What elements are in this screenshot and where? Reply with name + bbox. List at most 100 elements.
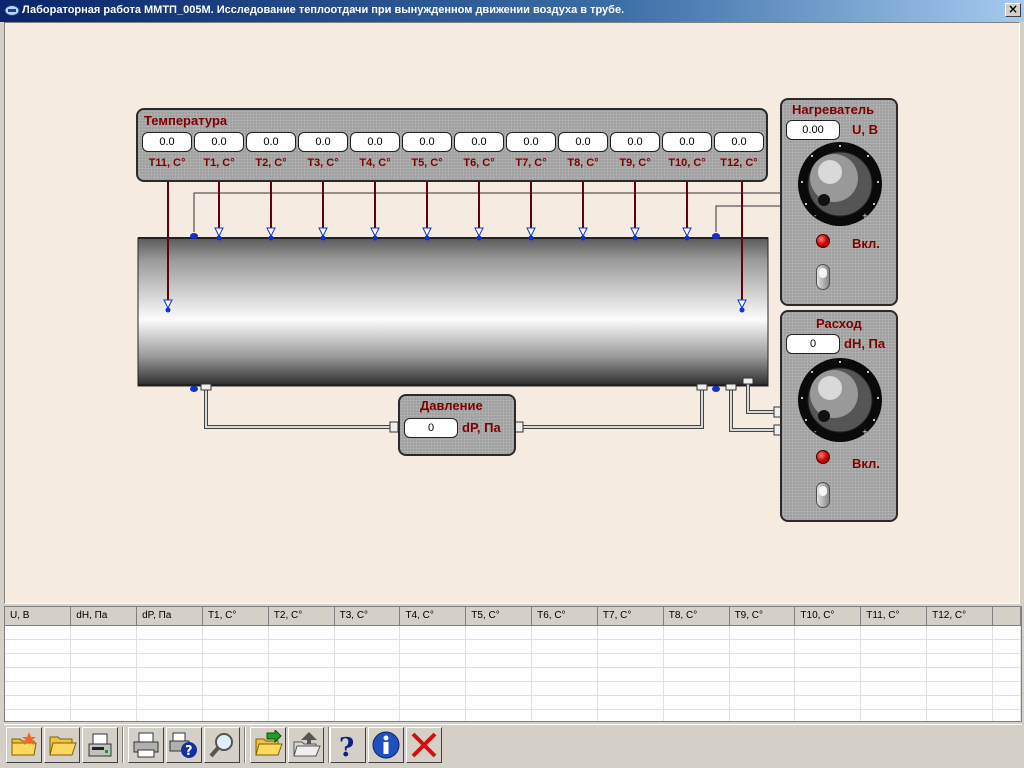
table-cell[interactable]	[202, 667, 269, 682]
table-cell[interactable]	[465, 681, 533, 696]
table-cell[interactable]	[663, 667, 730, 682]
table-cell[interactable]	[926, 667, 993, 682]
table-cell[interactable]	[334, 681, 401, 696]
table-cell[interactable]	[268, 625, 335, 640]
table-cell[interactable]	[992, 653, 1021, 668]
table-cell[interactable]	[268, 667, 335, 682]
table-cell[interactable]	[268, 709, 335, 721]
table-row[interactable]	[5, 639, 1021, 654]
table-cell[interactable]	[926, 709, 993, 721]
table-column-header[interactable]: dH, Па	[70, 607, 138, 626]
table-row[interactable]	[5, 695, 1021, 710]
table-cell[interactable]	[597, 667, 664, 682]
table-cell[interactable]	[531, 709, 598, 721]
table-cell[interactable]	[70, 625, 138, 640]
flow-power-switch[interactable]	[816, 482, 830, 508]
table-column-header[interactable]: T3, С°	[334, 607, 401, 626]
table-cell[interactable]	[663, 653, 730, 668]
table-cell[interactable]	[860, 695, 928, 710]
table-cell[interactable]	[399, 667, 467, 682]
table-column-header[interactable]: T8, С°	[663, 607, 730, 626]
table-cell[interactable]	[202, 625, 269, 640]
table-row[interactable]	[5, 681, 1021, 696]
table-cell[interactable]	[136, 667, 203, 682]
table-cell[interactable]	[992, 695, 1021, 710]
table-cell[interactable]	[729, 625, 796, 640]
table-column-header[interactable]: T4, С°	[399, 607, 467, 626]
table-cell[interactable]	[268, 695, 335, 710]
table-row[interactable]	[5, 653, 1021, 668]
heater-voltage-knob[interactable]: - +	[790, 142, 890, 228]
exit-button[interactable]	[406, 727, 442, 763]
table-cell[interactable]	[399, 709, 467, 721]
table-column-header[interactable]: T10, С°	[794, 607, 862, 626]
table-cell[interactable]	[531, 695, 598, 710]
table-cell[interactable]	[729, 653, 796, 668]
table-cell[interactable]	[860, 667, 928, 682]
table-cell[interactable]	[399, 695, 467, 710]
table-cell[interactable]	[926, 625, 993, 640]
table-cell[interactable]	[794, 695, 862, 710]
table-column-header[interactable]: T12, С°	[926, 607, 993, 626]
preview-button[interactable]	[204, 727, 240, 763]
table-row[interactable]	[5, 625, 1021, 640]
table-cell[interactable]	[531, 667, 598, 682]
table-cell[interactable]	[926, 681, 993, 696]
print-button[interactable]	[128, 727, 164, 763]
table-cell[interactable]	[70, 653, 138, 668]
table-cell[interactable]	[268, 653, 335, 668]
table-cell[interactable]	[597, 625, 664, 640]
table-cell[interactable]	[136, 695, 203, 710]
table-cell[interactable]	[465, 667, 533, 682]
table-cell[interactable]	[860, 625, 928, 640]
table-cell[interactable]	[465, 653, 533, 668]
table-cell[interactable]	[136, 639, 203, 654]
table-cell[interactable]	[729, 709, 796, 721]
table-cell[interactable]	[70, 681, 138, 696]
table-cell[interactable]	[136, 709, 203, 721]
table-column-header[interactable]: dP, Па	[136, 607, 203, 626]
table-cell[interactable]	[399, 639, 467, 654]
table-cell[interactable]	[531, 653, 598, 668]
open-file-button[interactable]	[44, 727, 80, 763]
table-cell[interactable]	[268, 639, 335, 654]
table-cell[interactable]	[992, 625, 1021, 640]
table-column-header[interactable]: T11, С°	[860, 607, 928, 626]
table-column-header[interactable]: T7, С°	[597, 607, 664, 626]
table-cell[interactable]	[465, 695, 533, 710]
table-cell[interactable]	[202, 639, 269, 654]
table-cell[interactable]	[794, 667, 862, 682]
table-cell[interactable]	[202, 681, 269, 696]
table-cell[interactable]	[992, 681, 1021, 696]
table-cell[interactable]	[5, 695, 72, 710]
save-button[interactable]	[82, 727, 118, 763]
table-cell[interactable]	[729, 695, 796, 710]
table-cell[interactable]	[926, 695, 993, 710]
table-cell[interactable]	[531, 681, 598, 696]
table-column-header[interactable]: T1, С°	[202, 607, 269, 626]
table-cell[interactable]	[729, 667, 796, 682]
table-cell[interactable]	[794, 709, 862, 721]
table-cell[interactable]	[334, 709, 401, 721]
table-cell[interactable]	[136, 625, 203, 640]
table-cell[interactable]	[794, 639, 862, 654]
table-cell[interactable]	[794, 681, 862, 696]
table-cell[interactable]	[926, 639, 993, 654]
table-cell[interactable]	[70, 695, 138, 710]
table-cell[interactable]	[5, 625, 72, 640]
table-column-header[interactable]: T5, С°	[465, 607, 533, 626]
table-cell[interactable]	[5, 709, 72, 721]
table-cell[interactable]	[136, 653, 203, 668]
table-cell[interactable]	[860, 653, 928, 668]
table-cell[interactable]	[860, 709, 928, 721]
table-cell[interactable]	[334, 653, 401, 668]
table-cell[interactable]	[5, 681, 72, 696]
table-cell[interactable]	[399, 681, 467, 696]
table-cell[interactable]	[663, 625, 730, 640]
export-button[interactable]	[250, 727, 286, 763]
table-cell[interactable]	[663, 639, 730, 654]
table-cell[interactable]	[992, 667, 1021, 682]
table-cell[interactable]	[663, 709, 730, 721]
table-cell[interactable]	[531, 639, 598, 654]
table-cell[interactable]	[597, 653, 664, 668]
